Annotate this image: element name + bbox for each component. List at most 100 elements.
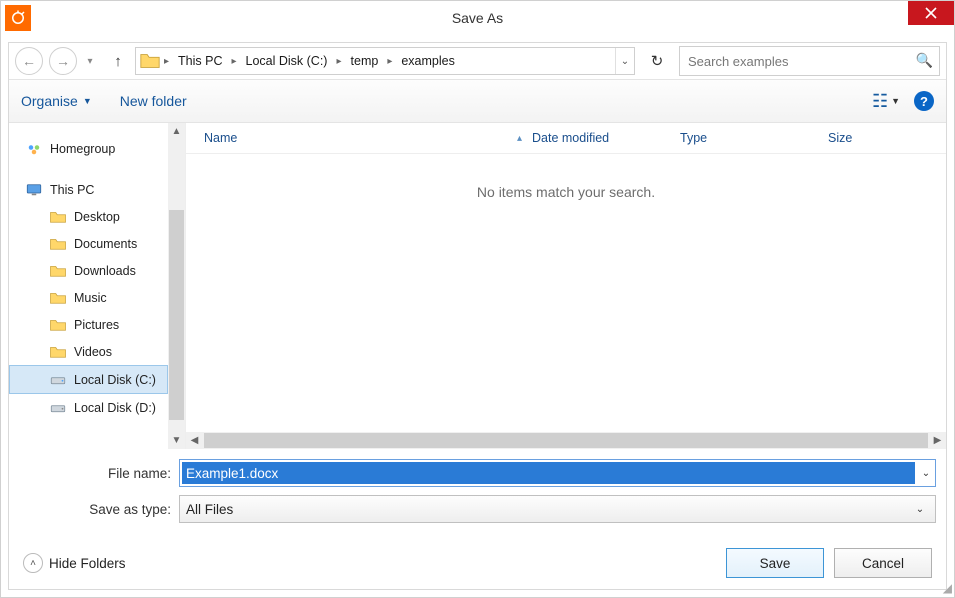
refresh-button[interactable]: ↻ <box>645 47 669 75</box>
address-dropdown[interactable]: ⌄ <box>615 48 634 74</box>
title-bar: Save As <box>1 1 954 35</box>
navigation-pane: Homegroup This PC Desktop Documents <box>9 123 185 449</box>
folder-tree: Homegroup This PC Desktop Documents <box>9 123 168 449</box>
hide-folders-toggle[interactable]: ˄ Hide Folders <box>23 553 126 573</box>
organise-menu[interactable]: Organise ▼ <box>21 93 92 109</box>
recent-locations-dropdown[interactable]: ▾ <box>83 56 97 67</box>
breadcrumb-temp[interactable]: temp <box>345 48 385 74</box>
scroll-track[interactable] <box>168 140 185 432</box>
column-label: Size <box>828 131 852 145</box>
scroll-up-icon[interactable]: ▲ <box>168 123 185 140</box>
drive-icon <box>49 371 67 389</box>
folder-icon <box>49 343 67 361</box>
folder-icon <box>49 316 67 334</box>
help-button[interactable]: ? <box>914 91 934 111</box>
dialog-footer: ˄ Hide Folders Save Cancel <box>9 537 946 589</box>
tree-downloads[interactable]: Downloads <box>9 257 168 284</box>
chevron-up-icon: ˄ <box>23 553 43 573</box>
homegroup-icon <box>25 140 43 158</box>
arrow-right-icon: → <box>56 53 70 69</box>
search-icon[interactable]: 🔍 <box>916 52 933 69</box>
chevron-down-icon: ▼ <box>83 96 92 106</box>
search-box[interactable]: 🔍 <box>679 46 940 76</box>
breadcrumb-examples[interactable]: examples <box>395 48 461 74</box>
scroll-right-icon[interactable]: ▶ <box>929 432 946 449</box>
column-date[interactable]: Date modified <box>532 131 680 145</box>
tree-label: Videos <box>74 345 112 359</box>
column-name[interactable]: Name ▴ <box>204 131 532 145</box>
chevron-right-icon[interactable]: ▸ <box>161 48 172 74</box>
file-name-combo[interactable]: ⌄ <box>179 459 936 487</box>
back-button[interactable]: ← <box>15 47 43 75</box>
cancel-button[interactable]: Cancel <box>834 548 932 578</box>
chevron-right-icon[interactable]: ▸ <box>228 48 239 74</box>
tree-videos[interactable]: Videos <box>9 338 168 365</box>
button-label: Cancel <box>862 556 904 571</box>
save-button[interactable]: Save <box>726 548 824 578</box>
save-type-combo[interactable]: All Files ⌄ <box>179 495 936 523</box>
tree-documents[interactable]: Documents <box>9 230 168 257</box>
tree-local-disk-c[interactable]: Local Disk (C:) <box>9 365 168 394</box>
search-input[interactable] <box>680 47 939 75</box>
column-type[interactable]: Type <box>680 131 828 145</box>
tree-pictures[interactable]: Pictures <box>9 311 168 338</box>
chevron-right-icon[interactable]: ▸ <box>384 48 395 74</box>
content-frame: ← → ▾ ↑ ▸ This PC ▸ Local Disk (C:) ▸ te… <box>8 42 947 590</box>
chevron-down-icon[interactable]: ⌄ <box>917 468 935 479</box>
folder-icon <box>49 208 67 226</box>
chevron-down-icon: ⌄ <box>911 504 929 515</box>
column-size[interactable]: Size <box>828 131 908 145</box>
sort-asc-icon: ▴ <box>517 133 522 144</box>
tree-homegroup[interactable]: Homegroup <box>9 135 168 162</box>
tree-desktop[interactable]: Desktop <box>9 203 168 230</box>
breadcrumb-diskc[interactable]: Local Disk (C:) <box>240 48 334 74</box>
tree-scrollbar[interactable]: ▲ ▼ <box>168 123 185 449</box>
close-button[interactable] <box>908 1 954 25</box>
window-title: Save As <box>452 10 503 26</box>
file-name-row: File name: ⌄ <box>19 459 936 487</box>
file-name-input[interactable] <box>182 462 915 484</box>
view-options-button[interactable]: ☷▼ <box>872 91 900 112</box>
address-bar[interactable]: ▸ This PC ▸ Local Disk (C:) ▸ temp ▸ exa… <box>135 47 635 75</box>
refresh-icon: ↻ <box>651 52 664 70</box>
scroll-left-icon[interactable]: ◀ <box>186 432 203 449</box>
close-icon <box>925 7 937 19</box>
main-area: Homegroup This PC Desktop Documents <box>9 123 946 449</box>
forward-button[interactable]: → <box>49 47 77 75</box>
up-button[interactable]: ↑ <box>107 50 129 72</box>
view-icon: ☷ <box>872 91 888 112</box>
bottom-fields: File name: ⌄ Save as type: All Files ⌄ <box>9 449 946 537</box>
folder-icon <box>49 262 67 280</box>
folder-icon <box>139 50 161 72</box>
resize-grip-icon[interactable]: ◢ <box>943 581 952 595</box>
tree-music[interactable]: Music <box>9 284 168 311</box>
scroll-down-icon[interactable]: ▼ <box>168 432 185 449</box>
new-folder-button[interactable]: New folder <box>120 93 187 109</box>
column-label: Name <box>204 131 237 145</box>
save-as-dialog: Save As ← → ▾ ↑ ▸ This PC ▸ Local Disk (… <box>0 0 955 598</box>
file-list-scrollbar[interactable]: ◀ ▶ <box>186 432 946 449</box>
computer-icon <box>25 181 43 199</box>
hide-folders-label: Hide Folders <box>49 556 126 571</box>
folder-icon <box>49 235 67 253</box>
tree-label: Documents <box>74 237 137 251</box>
tree-local-disk-d[interactable]: Local Disk (D:) <box>9 394 168 421</box>
folder-icon <box>49 289 67 307</box>
arrow-left-icon: ← <box>22 53 36 69</box>
navigation-row: ← → ▾ ↑ ▸ This PC ▸ Local Disk (C:) ▸ te… <box>9 43 946 80</box>
save-type-label: Save as type: <box>19 502 179 517</box>
empty-list-message: No items match your search. <box>186 154 946 432</box>
scroll-thumb[interactable] <box>169 210 184 420</box>
organise-label: Organise <box>21 93 78 109</box>
button-label: Save <box>760 556 791 571</box>
breadcrumb-thispc[interactable]: This PC <box>172 48 228 74</box>
file-list-pane: Name ▴ Date modified Type Size No items m… <box>185 123 946 449</box>
tree-thispc[interactable]: This PC <box>9 176 168 203</box>
chevron-right-icon[interactable]: ▸ <box>333 48 344 74</box>
save-type-row: Save as type: All Files ⌄ <box>19 495 936 523</box>
tree-label: This PC <box>50 183 94 197</box>
drive-icon <box>49 399 67 417</box>
scroll-thumb[interactable] <box>204 433 928 448</box>
column-label: Type <box>680 131 707 145</box>
column-headers: Name ▴ Date modified Type Size <box>186 123 946 154</box>
